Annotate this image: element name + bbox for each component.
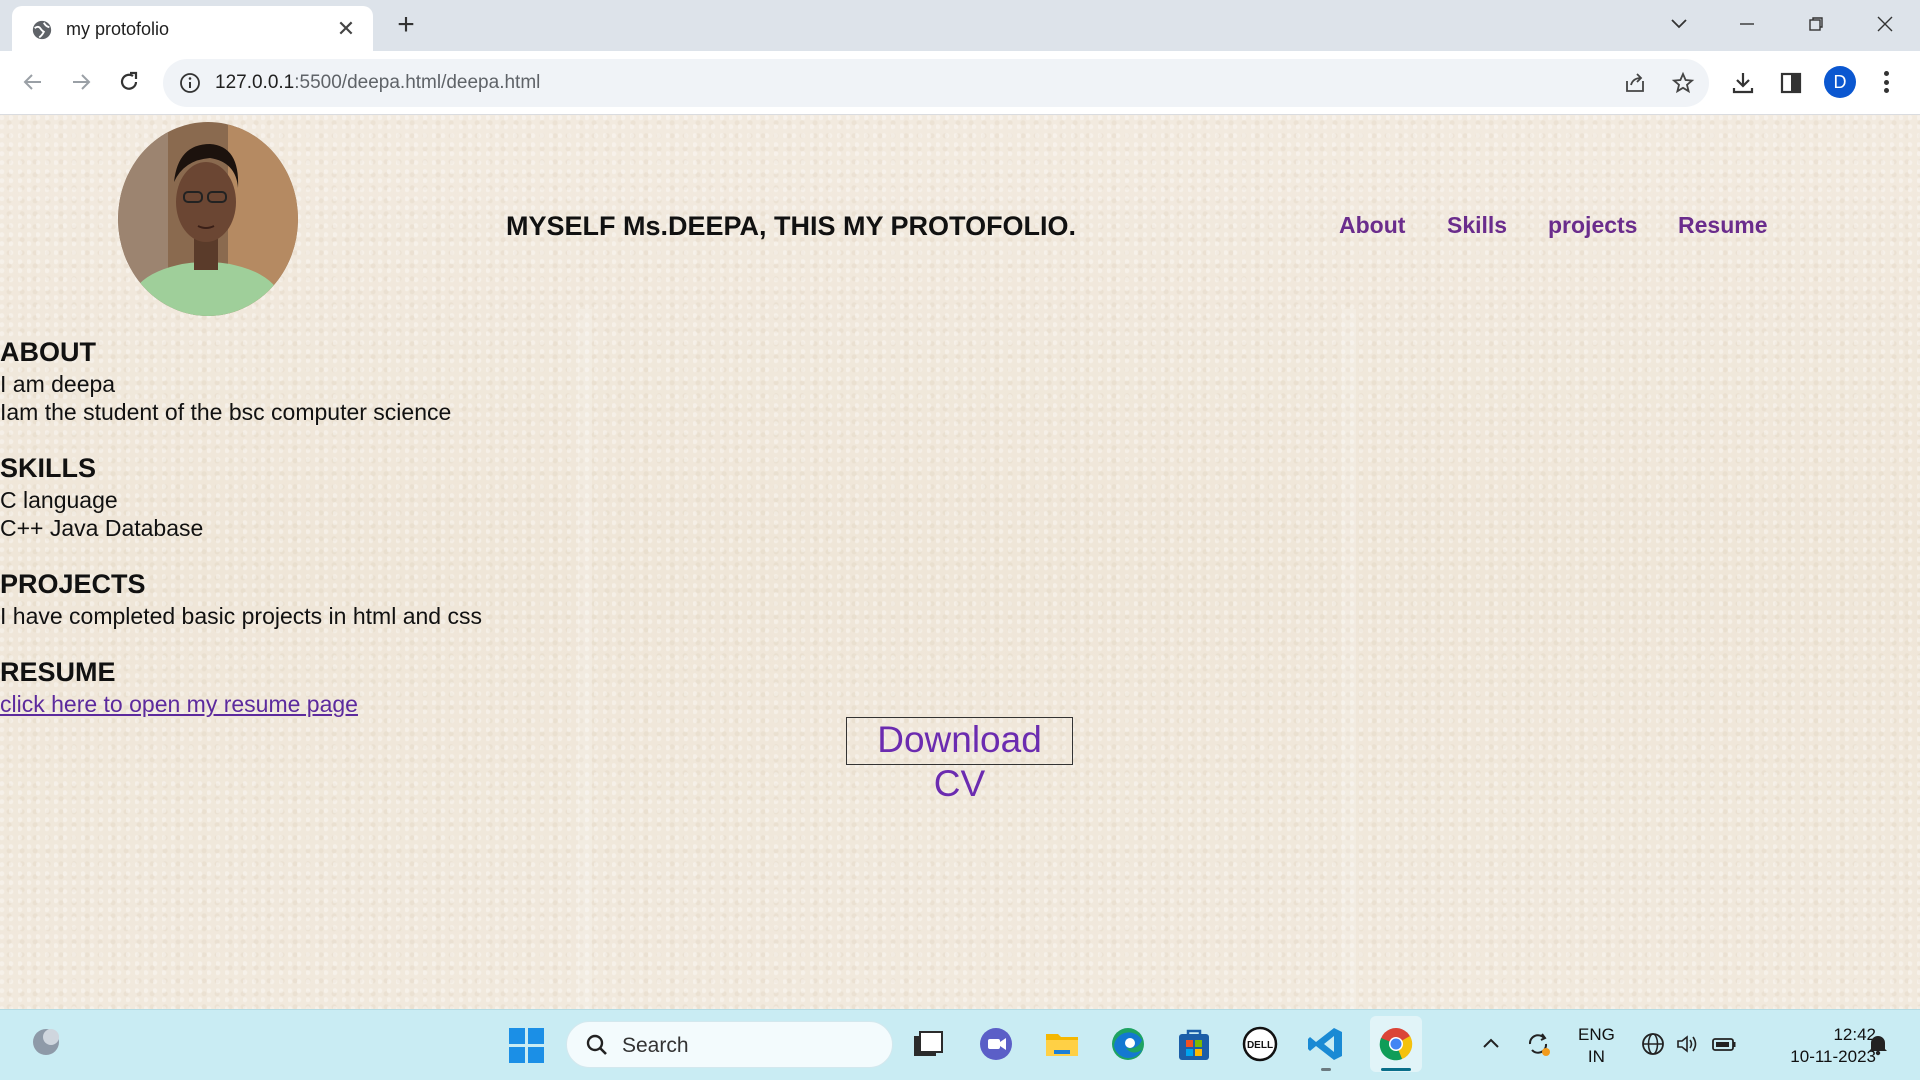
resume-heading: RESUME [0, 657, 116, 687]
arrow-left-icon [23, 74, 41, 90]
network-globe-icon[interactable] [1639, 1030, 1667, 1058]
sync-icon[interactable] [1524, 1030, 1552, 1058]
profile-photo [118, 122, 298, 316]
close-window-button[interactable] [1858, 4, 1912, 44]
side-panel-icon[interactable] [1778, 70, 1804, 96]
background-texture-seam [578, 309, 592, 1009]
reload-button[interactable] [111, 64, 147, 100]
tab-title: my protofolio [66, 19, 170, 39]
taskbar: Search DELL ENG IN 12:42 10-11-2023 [0, 1009, 1920, 1080]
minimize-icon [1740, 23, 1754, 25]
close-icon [1877, 16, 1893, 32]
background-texture-seam [1342, 309, 1356, 1009]
chrome-icon[interactable] [1376, 1024, 1416, 1064]
info-icon[interactable] [179, 72, 201, 94]
file-explorer-icon[interactable] [1042, 1024, 1082, 1064]
skills-line-1: C language [0, 487, 118, 513]
browser-tab[interactable]: my protofolio ✕ [12, 6, 373, 51]
about-line-2: Iam the student of the bsc computer scie… [0, 399, 452, 425]
globe-icon [32, 20, 52, 40]
url-path: :5500/deepa.html/deepa.html [294, 72, 541, 93]
skills-heading: SKILLS [0, 453, 97, 483]
language-indicator[interactable]: ENG IN [1578, 1024, 1615, 1068]
volume-icon[interactable] [1673, 1030, 1701, 1058]
projects-line-1: I have completed basic projects in html … [0, 603, 482, 629]
taskbar-search[interactable]: Search [566, 1021, 893, 1068]
search-icon [586, 1034, 607, 1055]
weather-widget-icon[interactable] [30, 1024, 64, 1058]
profile-avatar[interactable]: D [1824, 66, 1856, 98]
task-view-icon[interactable] [908, 1024, 948, 1064]
tab-close-icon[interactable]: ✕ [334, 17, 358, 41]
region-code: IN [1587, 1047, 1605, 1066]
restore-button[interactable] [1789, 4, 1843, 44]
url-text[interactable]: 127.0.0.1:5500/deepa.html/deepa.html [215, 72, 540, 94]
browser-menu-icon[interactable] [1876, 68, 1896, 96]
share-icon[interactable] [1623, 71, 1647, 95]
clock-date: 10-11-2023 [1790, 1047, 1876, 1066]
windows-start-icon[interactable] [508, 1027, 545, 1064]
chevron-down-icon [1671, 19, 1687, 29]
nav-link-skills[interactable]: Skills [1447, 212, 1507, 239]
system-clock[interactable]: 12:42 10-11-2023 [1760, 1024, 1876, 1068]
running-indicator [1321, 1068, 1331, 1071]
nav-link-resume[interactable]: Resume [1678, 212, 1767, 239]
about-heading: ABOUT [0, 337, 96, 367]
teams-chat-icon[interactable] [976, 1024, 1016, 1064]
tab-search-button[interactable] [1652, 4, 1706, 44]
webpage: MYSELF Ms.DEEPA, THIS MY PROTOFOLIO. Abo… [0, 115, 1920, 1009]
notification-bell-icon[interactable] [1864, 1030, 1892, 1058]
nav-link-about[interactable]: About [1339, 212, 1405, 239]
microsoft-store-icon[interactable] [1174, 1024, 1214, 1064]
resume-link[interactable]: click here to open my resume page [0, 691, 358, 718]
arrow-right-icon [73, 74, 91, 90]
skills-line-2: C++ Java Database [0, 515, 204, 541]
dell-icon[interactable]: DELL [1240, 1024, 1280, 1064]
chevron-up-icon[interactable] [1477, 1030, 1505, 1058]
clock-time: 12:42 [1833, 1025, 1876, 1044]
site-title: MYSELF Ms.DEEPA, THIS MY PROTOFOLIO. [506, 211, 1077, 241]
about-line-1: I am deepa [0, 371, 116, 397]
vscode-icon[interactable] [1306, 1024, 1346, 1064]
language-code: ENG [1578, 1025, 1615, 1044]
nav-link-projects[interactable]: projects [1548, 212, 1637, 239]
active-app-indicator [1381, 1068, 1411, 1071]
edge-browser-icon[interactable] [1108, 1024, 1148, 1064]
search-placeholder: Search [622, 1034, 689, 1057]
new-tab-button[interactable]: + [390, 10, 422, 42]
forward-button[interactable] [63, 64, 99, 100]
bookmark-star-icon[interactable] [1671, 71, 1695, 95]
restore-icon [1809, 17, 1823, 31]
svg-text:DELL: DELL [1247, 1040, 1273, 1051]
minimize-button[interactable] [1720, 4, 1774, 44]
address-bar[interactable]: 127.0.0.1:5500/deepa.html/deepa.html [163, 59, 1709, 107]
url-host: 127.0.0.1 [215, 72, 295, 93]
reload-icon [120, 71, 138, 90]
projects-heading: PROJECTS [0, 569, 146, 599]
back-button[interactable] [15, 64, 51, 100]
tab-strip: my protofolio ✕ + [0, 0, 1920, 51]
download-icon[interactable] [1730, 70, 1756, 96]
download-cv-button[interactable]: Download CV [846, 717, 1073, 804]
battery-icon[interactable] [1710, 1030, 1738, 1058]
